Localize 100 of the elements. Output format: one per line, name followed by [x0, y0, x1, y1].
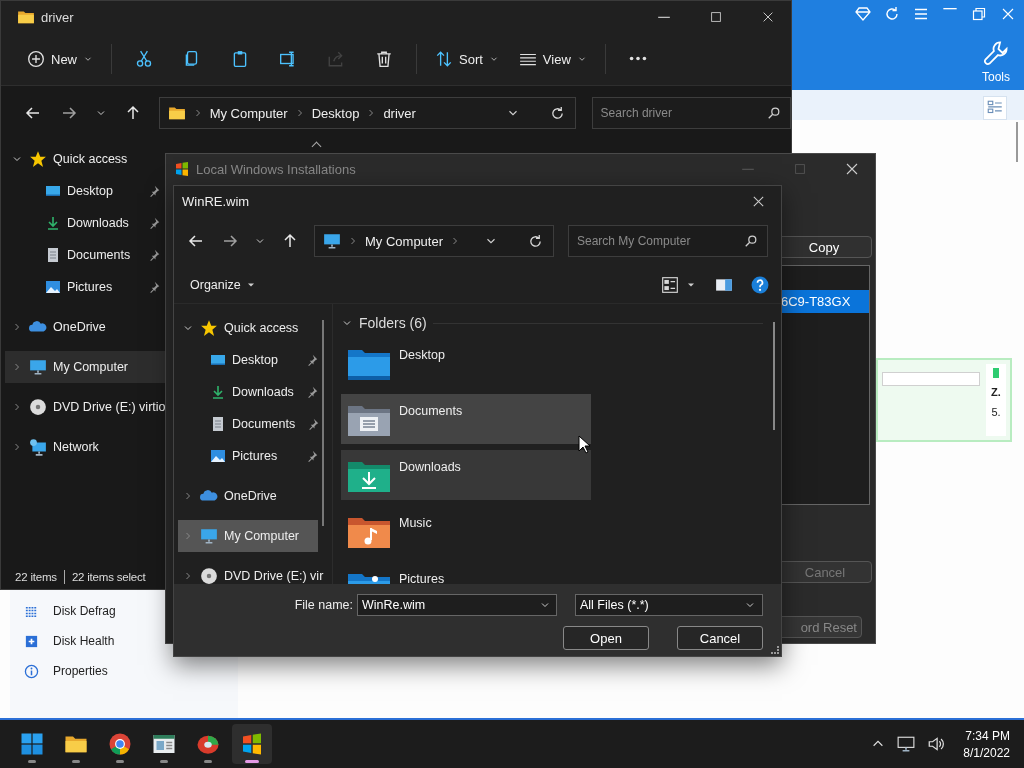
refresh-button[interactable]: [884, 6, 900, 22]
nav-item[interactable]: Downloads: [15, 207, 166, 239]
pin-icon: [306, 386, 318, 398]
view-toggle-button[interactable]: [983, 96, 1007, 120]
close-icon: [761, 10, 775, 24]
pin-icon: [148, 281, 160, 293]
folder-item[interactable]: Downloads: [341, 450, 591, 500]
file-type-dropdown[interactable]: All Files (*.*): [575, 594, 763, 616]
folder-item[interactable]: Documents: [341, 394, 591, 444]
panel-text: 5.: [991, 406, 1001, 418]
back-arrow-icon: [24, 105, 41, 121]
search-icon: [744, 234, 758, 248]
trash-icon: [375, 50, 393, 68]
window-title: Local Windows Installations: [196, 161, 356, 177]
file-name-field[interactable]: WinRe.wim: [357, 594, 557, 616]
refresh-icon: [528, 233, 543, 249]
folder-icon: [167, 104, 186, 122]
monitor-icon: [897, 735, 916, 753]
search-icon: [767, 106, 781, 120]
nav-item[interactable]: Network: [5, 431, 166, 463]
text-field[interactable]: [882, 372, 980, 386]
folder-item[interactable]: Desktop: [341, 338, 591, 388]
disc-icon: [200, 567, 218, 584]
speaker-icon: [927, 735, 946, 753]
resize-grip-icon: [771, 646, 779, 654]
search-field[interactable]: Search My Computer: [568, 225, 768, 257]
pin-icon: [148, 249, 160, 261]
breadcrumb-item[interactable]: My Computer: [209, 105, 288, 121]
help-icon: [751, 275, 769, 294]
layout-icon: [661, 275, 679, 294]
taskbar-app-button[interactable]: [232, 724, 272, 764]
new-button[interactable]: New: [21, 41, 99, 77]
document-icon: [45, 247, 61, 263]
folder-item[interactable]: Music: [341, 506, 591, 556]
monitor-icon: [323, 232, 341, 250]
help-button[interactable]: [751, 275, 769, 294]
cursor-icon: [578, 435, 590, 454]
up-arrow-icon: [282, 233, 298, 249]
picture-icon: [210, 448, 226, 464]
restore-button[interactable]: [971, 6, 987, 22]
nav-item[interactable]: Documents: [178, 408, 332, 440]
nav-item[interactable]: My Computer: [178, 520, 318, 552]
pin-icon: [148, 185, 160, 197]
nav-item[interactable]: Pictures: [178, 440, 332, 472]
view-button[interactable]: View: [512, 41, 593, 77]
group-header[interactable]: Folders (6): [359, 315, 427, 331]
nav-item[interactable]: Documents: [15, 239, 166, 271]
nav-item[interactable]: DVD Drive (E:) vir: [178, 560, 332, 584]
breadcrumb-item[interactable]: driver: [383, 105, 416, 121]
dialog-title: WinRE.wim: [182, 193, 250, 209]
breadcrumb-item[interactable]: Desktop: [311, 105, 360, 121]
nav-item[interactable]: Quick access: [178, 312, 332, 344]
address-bar[interactable]: My Computer: [314, 225, 554, 257]
nav-item[interactable]: OneDrive: [178, 480, 332, 512]
picture-icon: [45, 279, 61, 295]
menu-icon: [913, 6, 929, 22]
desktop-icon: [210, 352, 226, 368]
nav-item[interactable]: DVD Drive (E:) virtio: [5, 391, 166, 423]
tools-button[interactable]: Tools: [982, 40, 1010, 84]
app-window-icon: [152, 732, 176, 756]
download-icon: [210, 384, 226, 400]
document-icon: [210, 416, 226, 432]
nav-item[interactable]: Downloads: [178, 376, 332, 408]
sidebar-item[interactable]: Disk Health: [10, 626, 238, 656]
nav-item[interactable]: My Computer: [5, 351, 166, 383]
nav-item[interactable]: Desktop: [178, 344, 332, 376]
browser-icon: [108, 732, 132, 756]
maximize-icon: [793, 162, 807, 176]
pin-icon: [306, 450, 318, 462]
diamond-icon: [855, 6, 871, 22]
sort-button[interactable]: Sort: [429, 41, 505, 77]
sort-icon: [435, 50, 453, 68]
refresh-icon: [884, 6, 900, 22]
more-icon: [628, 56, 647, 62]
organize-button[interactable]: Organize: [190, 277, 257, 292]
minimize-icon: [657, 14, 671, 20]
close-icon: [844, 161, 860, 177]
close-button[interactable]: [1000, 6, 1016, 22]
close-icon: [1000, 6, 1016, 22]
nav-item[interactable]: OneDrive: [5, 311, 166, 343]
cancel-button[interactable]: Cancel: [677, 626, 763, 650]
list-row[interactable]: 6C9-T83GX: [779, 290, 869, 313]
nav-item[interactable]: Quick access: [5, 143, 166, 175]
open-button[interactable]: Open: [563, 626, 649, 650]
share-icon: [327, 50, 345, 68]
wrench-icon: [983, 40, 1009, 66]
sidebar-item[interactable]: Properties: [10, 656, 238, 686]
file-name-label: File name:: [294, 598, 353, 612]
menu-button[interactable]: [913, 6, 929, 22]
nav-item[interactable]: Pictures: [15, 271, 166, 303]
download-icon: [45, 215, 61, 231]
nav-item[interactable]: Desktop: [15, 175, 166, 207]
plus-icon: [27, 50, 45, 68]
premium-button[interactable]: [855, 6, 871, 22]
health-icon: [24, 633, 39, 649]
breadcrumb-item[interactable]: My Computer: [365, 233, 444, 249]
clock[interactable]: 7:34 PM 8/1/2022: [953, 728, 1024, 760]
address-bar[interactable]: My Computer Desktop driver: [158, 97, 576, 129]
disc-icon: [29, 398, 47, 416]
search-field[interactable]: Search driver: [591, 97, 791, 129]
